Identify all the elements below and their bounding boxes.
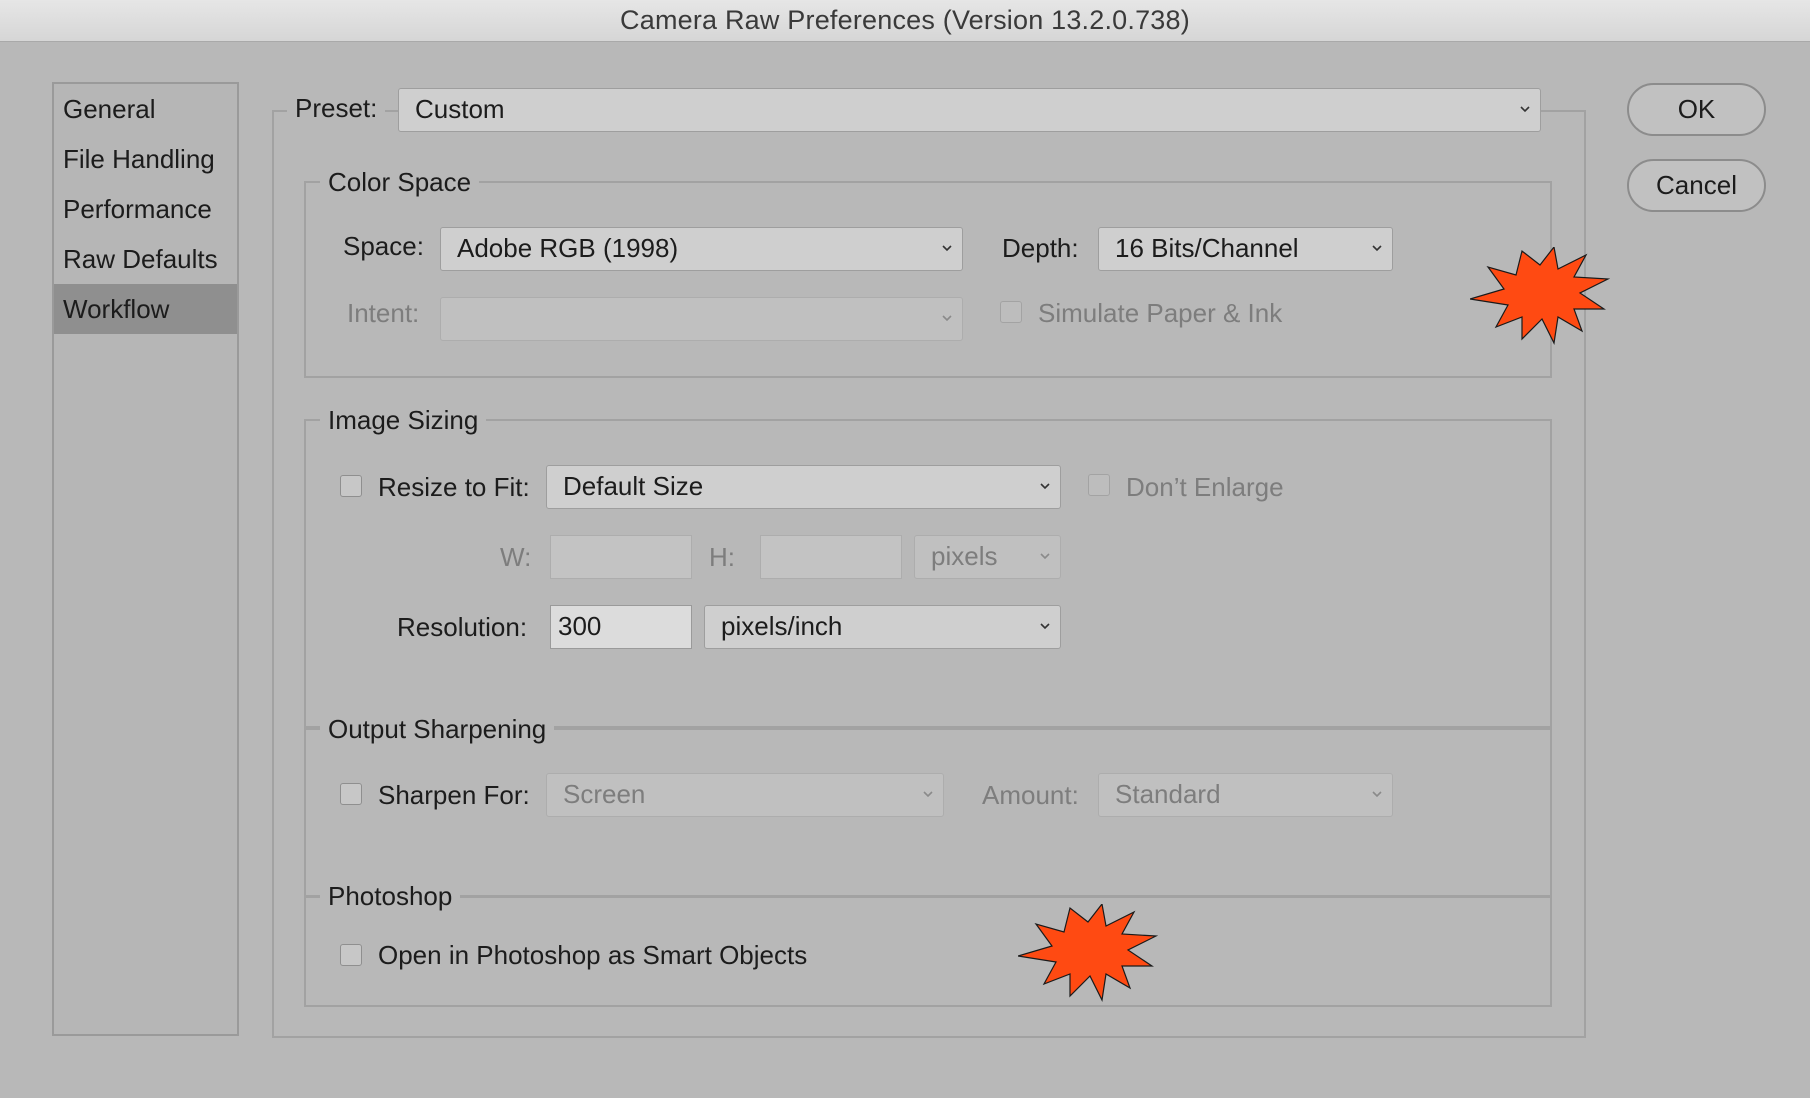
width-input[interactable] xyxy=(550,535,692,579)
space-value: Adobe RGB (1998) xyxy=(457,233,679,263)
dont-enlarge-checkbox[interactable] xyxy=(1088,474,1110,496)
resolution-input[interactable]: 300 xyxy=(550,605,692,649)
sidebar: General File Handling Performance Raw De… xyxy=(52,82,239,1036)
resize-to-fit-value: Default Size xyxy=(563,471,704,501)
starburst-annotation-icon xyxy=(1018,904,1158,1002)
chevron-down-icon xyxy=(942,315,952,322)
amount-select[interactable]: Standard xyxy=(1098,773,1393,817)
width-label: W: xyxy=(500,542,532,572)
depth-value: 16 Bits/Channel xyxy=(1115,233,1299,263)
sharpen-for-checkbox[interactable] xyxy=(340,783,362,805)
height-label: H: xyxy=(709,542,735,572)
output-sharpening-title: Output Sharpening xyxy=(320,714,555,745)
preset-select[interactable]: Custom xyxy=(398,88,1541,132)
simulate-paper-ink-label: Simulate Paper & Ink xyxy=(1038,298,1283,328)
sharpen-for-select[interactable]: Screen xyxy=(546,773,944,817)
chevron-down-icon xyxy=(1372,791,1382,798)
sharpen-for-label: Sharpen For: xyxy=(378,780,530,810)
depth-label: Depth: xyxy=(1002,233,1079,263)
chevron-down-icon xyxy=(1040,623,1050,630)
space-select[interactable]: Adobe RGB (1998) xyxy=(440,227,963,271)
sidebar-item-raw-defaults[interactable]: Raw Defaults xyxy=(54,234,237,284)
intent-select[interactable] xyxy=(440,297,963,341)
simulate-paper-ink-checkbox[interactable] xyxy=(1000,301,1022,323)
smart-objects-label: Open in Photoshop as Smart Objects xyxy=(378,940,808,970)
photoshop-title: Photoshop xyxy=(320,881,461,912)
sidebar-item-file-handling[interactable]: File Handling xyxy=(54,134,237,184)
image-sizing-title: Image Sizing xyxy=(320,405,487,436)
depth-select[interactable]: 16 Bits/Channel xyxy=(1098,227,1393,271)
preset-value: Custom xyxy=(415,94,505,124)
smart-objects-checkbox[interactable] xyxy=(340,944,362,966)
ok-button[interactable]: OK xyxy=(1627,83,1766,136)
size-unit-value: pixels xyxy=(931,541,998,571)
cancel-button[interactable]: Cancel xyxy=(1627,159,1766,212)
starburst-annotation-icon xyxy=(1470,247,1610,345)
chevron-down-icon xyxy=(1040,483,1050,490)
window-title: Camera Raw Preferences (Version 13.2.0.7… xyxy=(0,0,1810,42)
sidebar-item-performance[interactable]: Performance xyxy=(54,184,237,234)
color-space-group xyxy=(304,181,1552,378)
preset-label: Preset: xyxy=(287,93,386,124)
color-space-title: Color Space xyxy=(320,167,480,198)
chevron-down-icon xyxy=(1372,245,1382,252)
chevron-down-icon xyxy=(942,245,952,252)
resolution-label: Resolution: xyxy=(397,612,528,642)
preferences-window: General File Handling Performance Raw De… xyxy=(0,42,1810,1098)
chevron-down-icon xyxy=(1040,553,1050,560)
amount-value: Standard xyxy=(1115,779,1221,809)
sharpen-for-value: Screen xyxy=(563,779,646,809)
resize-to-fit-label: Resize to Fit: xyxy=(378,472,530,502)
dont-enlarge-label: Don’t Enlarge xyxy=(1126,472,1284,502)
height-input[interactable] xyxy=(760,535,902,579)
amount-label: Amount: xyxy=(982,780,1079,810)
resolution-unit-value: pixels/inch xyxy=(721,611,843,641)
intent-label: Intent: xyxy=(347,298,420,328)
resolution-unit-select[interactable]: pixels/inch xyxy=(704,605,1061,649)
resize-to-fit-select[interactable]: Default Size xyxy=(546,465,1061,509)
sidebar-item-workflow[interactable]: Workflow xyxy=(54,284,237,334)
sidebar-item-general[interactable]: General xyxy=(54,84,237,134)
size-unit-select[interactable]: pixels xyxy=(914,535,1061,579)
chevron-down-icon xyxy=(1520,106,1530,113)
chevron-down-icon xyxy=(923,791,933,798)
resize-to-fit-checkbox[interactable] xyxy=(340,475,362,497)
space-label: Space: xyxy=(343,231,424,261)
